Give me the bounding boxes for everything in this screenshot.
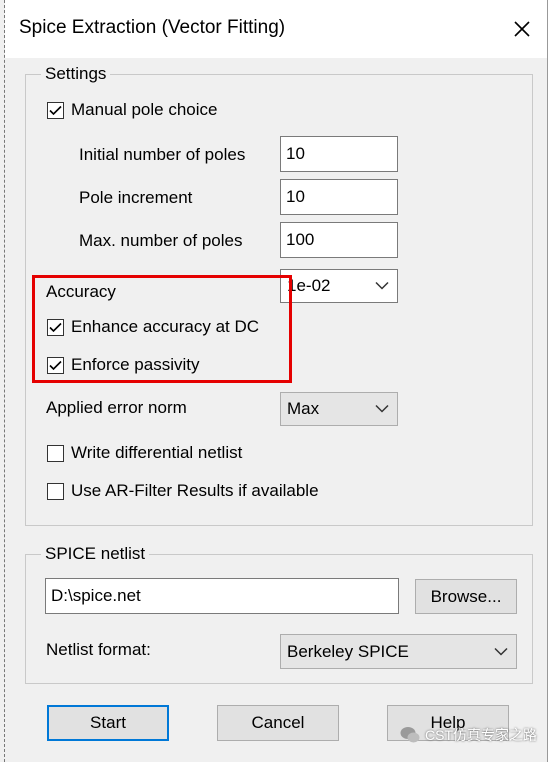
wechat-icon: [400, 727, 420, 743]
netlist-format-select[interactable]: Berkeley SPICE: [280, 634, 517, 669]
error-norm-value: Max: [287, 399, 320, 418]
cancel-button[interactable]: Cancel: [217, 705, 339, 741]
checkbox-box: [47, 101, 64, 119]
error-norm-label: Applied error norm: [46, 398, 187, 417]
netlist-format-label: Netlist format:: [46, 640, 151, 659]
initial-poles-input[interactable]: 10: [280, 136, 398, 172]
netlist-format-value: Berkeley SPICE: [287, 641, 409, 661]
error-norm-select[interactable]: Max: [280, 392, 398, 426]
checkmark-icon: [49, 105, 62, 115]
manual-pole-choice-label: Manual pole choice: [71, 100, 218, 119]
chevron-down-icon: [375, 281, 389, 290]
title-bar: Spice Extraction (Vector Fitting): [5, 0, 547, 58]
start-button[interactable]: Start: [47, 705, 169, 741]
settings-legend: Settings: [41, 64, 111, 84]
close-button[interactable]: [505, 12, 539, 46]
pole-increment-label: Pole increment: [79, 188, 193, 207]
spice-netlist-legend: SPICE netlist: [41, 544, 150, 564]
max-poles-label: Max. number of poles: [79, 231, 243, 250]
watermark-text: CST仿真专家之路: [425, 727, 537, 743]
accuracy-value: 1e-02: [287, 276, 331, 295]
dialog-title: Spice Extraction (Vector Fitting): [19, 17, 286, 38]
use-ar-filter-label: Use AR-Filter Results if available: [71, 481, 319, 500]
close-icon: [514, 21, 530, 37]
watermark: CST仿真专家之路: [399, 724, 537, 746]
write-diff-netlist-checkbox[interactable]: Write differential netlist: [47, 443, 242, 463]
write-diff-netlist-label: Write differential netlist: [71, 443, 243, 462]
chevron-down-icon: [494, 647, 508, 656]
max-poles-input[interactable]: 100: [280, 222, 398, 258]
initial-poles-label: Initial number of poles: [79, 145, 246, 164]
use-ar-filter-checkbox[interactable]: Use AR-Filter Results if available: [47, 481, 319, 501]
manual-pole-choice-checkbox[interactable]: Manual pole choice: [47, 100, 217, 120]
spice-extraction-dialog: Spice Extraction (Vector Fitting) Settin…: [4, 0, 548, 762]
accuracy-select[interactable]: 1e-02: [280, 269, 398, 303]
netlist-path-input[interactable]: D:\spice.net: [45, 578, 399, 614]
browse-button[interactable]: Browse...: [415, 579, 517, 614]
chevron-down-icon: [375, 404, 389, 413]
highlight-annotation-box: [32, 275, 292, 383]
pole-increment-input[interactable]: 10: [280, 179, 398, 215]
checkbox-box: [47, 482, 64, 500]
checkbox-box: [47, 444, 64, 462]
